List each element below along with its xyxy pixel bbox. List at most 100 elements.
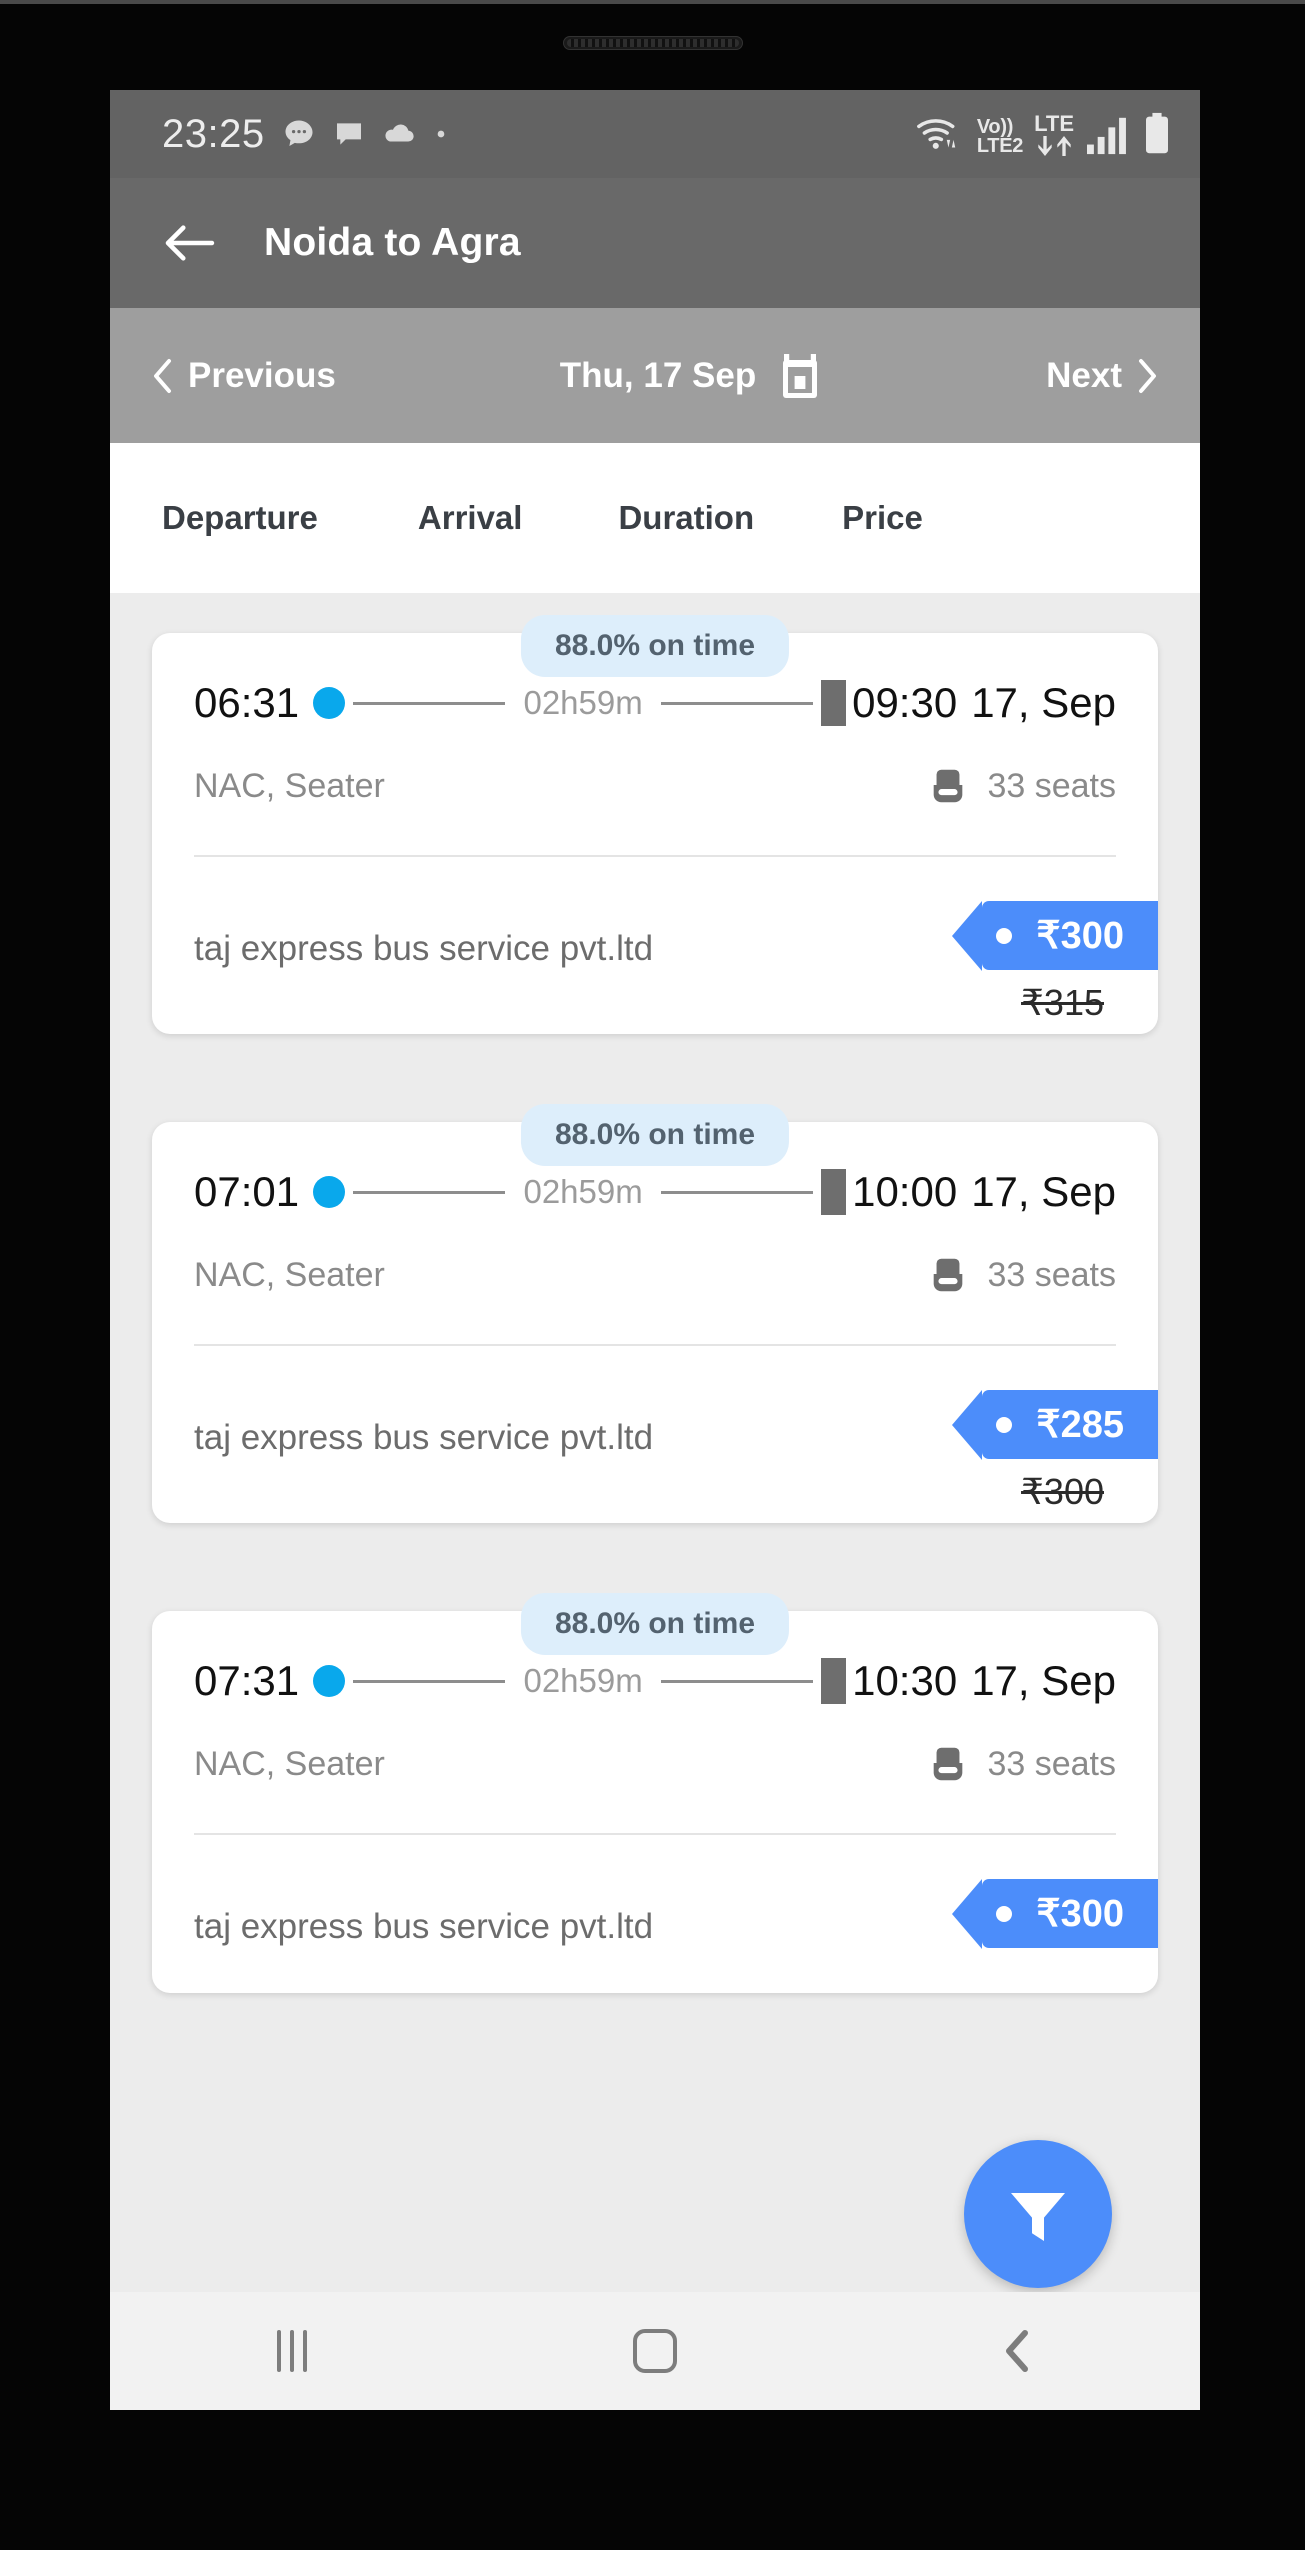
network-label: LTE (1034, 111, 1074, 137)
recents-icon (276, 2330, 307, 2372)
status-bar-left: 23:25 (162, 112, 449, 157)
seats-available: 33 seats (927, 1743, 1116, 1785)
seats-count: 33 seats (987, 766, 1116, 805)
bus-type-label: NAC, Seater (194, 1744, 385, 1783)
operator-name: taj express bus service pvt.ltd (194, 1418, 654, 1457)
bus-type-label: NAC, Seater (194, 766, 385, 805)
chat-dots-icon (285, 120, 313, 146)
android-navigation-bar (110, 2292, 1200, 2410)
selected-date-label: Thu, 17 Sep (559, 355, 757, 395)
timeline-line-left (353, 701, 506, 705)
origin-dot-icon (313, 1665, 346, 1697)
on-time-badge: 88.0% on time (520, 1593, 790, 1655)
filter-funnel-icon (1011, 2193, 1065, 2241)
original-price: ₹300 (1021, 1471, 1104, 1512)
bus-card[interactable]: 06:31 02h59m 09:30 17, Sep NAC, Seater 3… (152, 633, 1158, 1034)
back-button[interactable] (958, 2292, 1078, 2410)
arrival-time: 10:30 (852, 1657, 958, 1704)
destination-marker-icon (821, 680, 847, 726)
page-title: Noida to Agra (264, 221, 521, 264)
message-icon (336, 123, 361, 145)
origin-dot-icon (313, 1176, 346, 1208)
journey-duration: 02h59m (523, 1662, 643, 1699)
price-block[interactable]: ₹285 ₹300 (952, 1390, 1158, 1513)
seat-icon (934, 1258, 963, 1292)
operator-name: taj express bus service pvt.ltd (194, 929, 654, 968)
seats-available: 33 seats (927, 765, 1116, 807)
journey-timeline: 07:01 02h59m 10:00 17, Sep (194, 1168, 1116, 1216)
chevron-right-icon (1138, 358, 1156, 393)
seats-count: 33 seats (987, 1744, 1116, 1783)
signal-bars-icon (1087, 117, 1126, 155)
next-label: Next (1046, 355, 1122, 395)
chevron-left-icon (154, 358, 171, 393)
price-block[interactable]: ₹300 (952, 1879, 1158, 1960)
timeline-line-right (660, 701, 814, 705)
filter-fab-button[interactable] (964, 2140, 1112, 2288)
bezel-top-edge (0, 0, 1305, 4)
battery-icon (1146, 112, 1168, 154)
bus-type-label: NAC, Seater (194, 1255, 385, 1294)
journey-timeline: 06:31 02h59m 09:30 17, Sep (194, 679, 1116, 727)
price-block[interactable]: ₹300 ₹315 (952, 901, 1158, 1024)
next-date-button[interactable]: Next (1046, 356, 1158, 396)
bus-detail-row: NAC, Seater 33 seats (194, 1743, 1116, 1833)
bus-card-wrapper: 88.0% on time 06:31 02h59m 09:30 17, Sep… (152, 593, 1158, 1034)
home-button[interactable] (595, 2292, 715, 2410)
departure-time: 07:31 (194, 1657, 300, 1704)
arrival-time: 09:30 (852, 679, 958, 726)
arrival-date: 17, Sep (971, 1168, 1116, 1215)
arrival-date: 17, Sep (971, 679, 1116, 726)
tab-duration[interactable]: Duration (618, 499, 754, 537)
on-time-badge: 88.0% on time (520, 615, 790, 677)
operator-price-row: taj express bus service pvt.ltd ₹285 ₹30… (194, 1346, 1158, 1513)
back-chevron-icon (1006, 2330, 1029, 2372)
original-price: ₹315 (1021, 982, 1104, 1023)
arrival-date: 17, Sep (971, 1657, 1116, 1704)
lte-indicator: LTE (1034, 111, 1074, 156)
bus-card[interactable]: 07:31 02h59m 10:30 17, Sep NAC, Seater 3… (152, 1611, 1158, 1993)
operator-price-row: taj express bus service pvt.ltd ₹300 ₹31… (194, 857, 1158, 1024)
seat-icon (934, 769, 963, 803)
wifi-icon (916, 119, 956, 149)
bus-results-list[interactable]: 88.0% on time 06:31 02h59m 09:30 17, Sep… (110, 593, 1200, 2293)
timeline-line-left (353, 1190, 506, 1194)
bus-card[interactable]: 07:01 02h59m 10:00 17, Sep NAC, Seater 3… (152, 1122, 1158, 1523)
timeline-line-right (660, 1190, 814, 1194)
price-tag[interactable]: ₹300 (952, 901, 1158, 971)
journey-timeline: 07:31 02h59m 10:30 17, Sep (194, 1657, 1116, 1705)
tab-departure[interactable]: Departure (162, 499, 318, 537)
seats-available: 33 seats (927, 1254, 1116, 1296)
cloud-icon (385, 124, 414, 142)
sort-tab-bar: Departure Arrival Duration Price (110, 443, 1200, 593)
operator-price-row: taj express bus service pvt.ltd ₹300 (194, 1835, 1158, 1983)
back-arrow-icon[interactable] (162, 222, 216, 264)
seats-count: 33 seats (987, 1255, 1116, 1294)
status-bar: 23:25 Vo)) LTE2 LTE (110, 90, 1200, 178)
arrival-time: 10:00 (852, 1168, 958, 1215)
phone-screen: 23:25 Vo)) LTE2 LTE Noida to Agra Previo… (110, 90, 1200, 2410)
tab-arrival[interactable]: Arrival (418, 499, 523, 537)
seat-icon (934, 1747, 963, 1781)
departure-time: 06:31 (194, 679, 300, 726)
price-tag[interactable]: ₹300 (952, 1879, 1158, 1949)
data-arrows-icon (1036, 136, 1073, 156)
operator-name: taj express bus service pvt.ltd (194, 1907, 654, 1946)
departure-time: 07:01 (194, 1168, 300, 1215)
recents-button[interactable] (232, 2292, 352, 2410)
timeline-line-left (353, 1679, 506, 1683)
previous-date-button[interactable]: Previous (152, 356, 336, 396)
destination-marker-icon (821, 1658, 847, 1704)
journey-duration: 02h59m (523, 684, 643, 721)
tab-price[interactable]: Price (842, 499, 923, 537)
volte-indicator: Vo)) LTE2 (976, 117, 1024, 157)
date-picker-button[interactable]: Thu, 17 Sep (560, 352, 822, 400)
sim-label: LTE2 (976, 135, 1024, 157)
destination-marker-icon (821, 1169, 847, 1215)
bus-detail-row: NAC, Seater 33 seats (194, 765, 1116, 855)
status-time: 23:25 (162, 111, 265, 156)
bus-detail-row: NAC, Seater 33 seats (194, 1254, 1116, 1344)
dot-icon (437, 130, 444, 138)
on-time-badge: 88.0% on time (520, 1104, 790, 1166)
price-tag[interactable]: ₹285 (952, 1390, 1158, 1460)
